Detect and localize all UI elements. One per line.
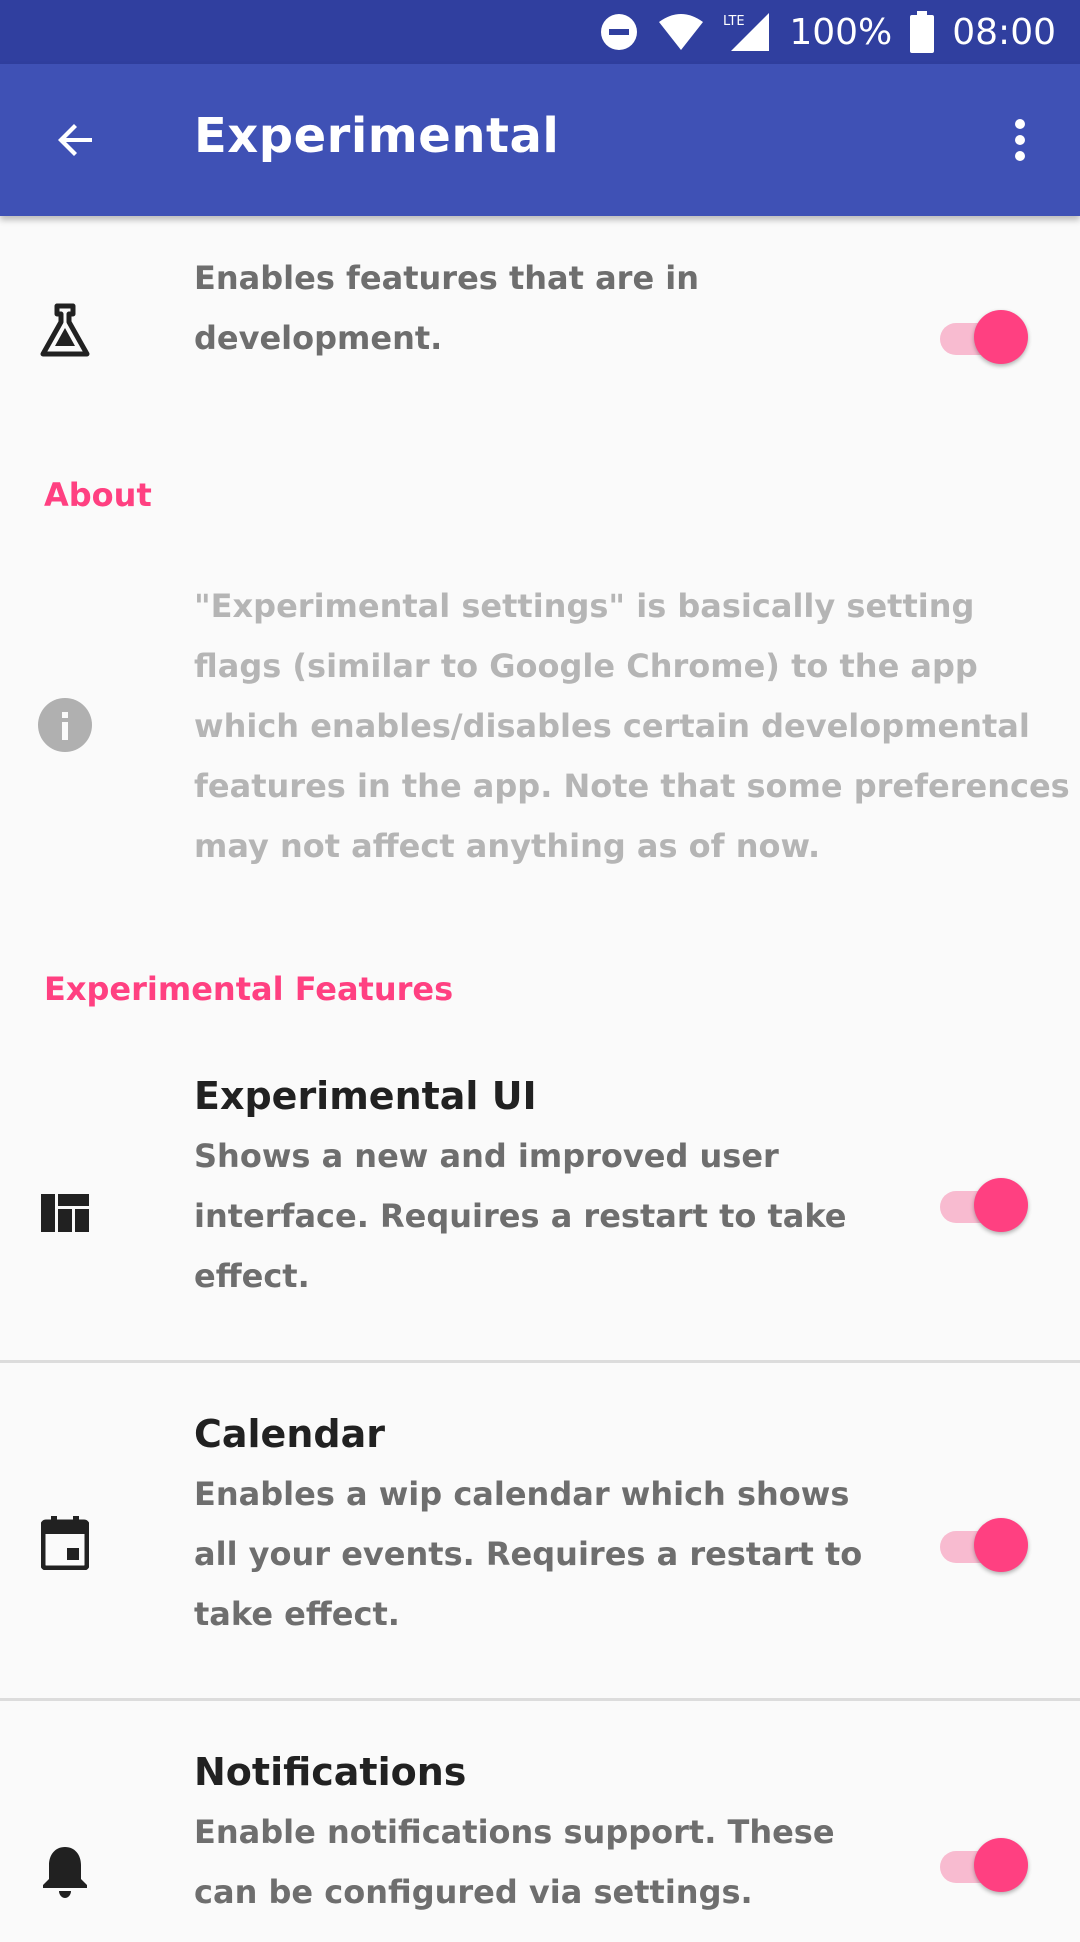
about-description: "Experimental settings" is basically set…: [194, 576, 1070, 876]
about-line: which enables/disables certain developme…: [194, 707, 1030, 745]
about-line: features in the app. Note that some pref…: [194, 767, 1070, 805]
flask-icon: [36, 302, 94, 360]
master-description: Enables features that are in development…: [194, 248, 699, 368]
wifi-icon: [657, 12, 705, 52]
experimental-ui-summary-line: interface. Requires a restart to take: [194, 1197, 847, 1235]
experimental-ui-toggle[interactable]: [940, 1174, 1028, 1238]
notifications-text: Notifications Enable notifications suppo…: [194, 1742, 835, 1922]
dashboard-icon: [36, 1184, 94, 1242]
experimental-master-row[interactable]: Enables features that are in development…: [0, 236, 1080, 386]
about-line: may not affect anything as of now.: [194, 827, 821, 865]
info-icon: [36, 696, 94, 754]
page-title: Experimental: [194, 108, 560, 164]
notifications-title: Notifications: [194, 1750, 467, 1794]
app-bar: Experimental: [0, 64, 1080, 216]
calendar-toggle[interactable]: [940, 1514, 1028, 1578]
about-line: "Experimental settings" is basically set…: [194, 587, 975, 625]
section-header-about: About: [44, 476, 152, 514]
settings-list: Enables features that are in development…: [0, 216, 1080, 1920]
experimental-ui-summary-line: effect.: [194, 1257, 310, 1295]
divider: [0, 1698, 1080, 1701]
status-bar: LTE 100% 08:00: [0, 0, 1080, 64]
battery-icon: [910, 11, 935, 53]
about-row: "Experimental settings" is basically set…: [0, 576, 1080, 886]
master-description-line: Enables features that are in: [194, 259, 700, 297]
notifications-summary-line: Enable notifications support. These: [194, 1813, 835, 1851]
arrow-back-icon: [58, 124, 92, 156]
calendar-title: Calendar: [194, 1412, 385, 1456]
calendar-icon: [36, 1514, 94, 1572]
about-line: flags (similar to Google Chrome) to the …: [194, 647, 978, 685]
calendar-summary-line: all your events. Requires a restart to: [194, 1535, 863, 1573]
toggle-thumb: [974, 1518, 1028, 1572]
calendar-row[interactable]: Calendar Enables a wip calendar which sh…: [0, 1404, 1080, 1694]
clock: 08:00: [952, 11, 1056, 53]
do-not-disturb-icon: [599, 12, 639, 52]
experimental-ui-row[interactable]: Experimental UI Shows a new and improved…: [0, 1066, 1080, 1356]
section-header-experimental-features: Experimental Features: [44, 970, 454, 1008]
more-vert-icon: [1015, 119, 1025, 161]
battery-percentage: 100%: [789, 11, 893, 53]
bell-icon: [36, 1842, 94, 1900]
master-description-line: development.: [194, 319, 443, 357]
experimental-ui-title: Experimental UI: [194, 1074, 537, 1118]
divider: [0, 1360, 1080, 1363]
calendar-summary-line: Enables a wip calendar which shows: [194, 1475, 850, 1513]
toggle-thumb: [974, 1178, 1028, 1232]
experimental-ui-summary-line: Shows a new and improved user: [194, 1137, 779, 1175]
toggle-thumb: [974, 310, 1028, 364]
back-button[interactable]: [36, 104, 116, 176]
experimental-ui-text: Experimental UI Shows a new and improved…: [194, 1066, 847, 1306]
overflow-menu-button[interactable]: [980, 104, 1060, 176]
calendar-summary-line: take effect.: [194, 1595, 400, 1633]
notifications-summary-line: can be configured via settings.: [194, 1873, 753, 1911]
notifications-row[interactable]: Notifications Enable notifications suppo…: [0, 1742, 1080, 1942]
lte-label: LTE: [723, 14, 745, 29]
toggle-thumb: [974, 1838, 1028, 1892]
master-toggle[interactable]: [940, 306, 1028, 370]
calendar-text: Calendar Enables a wip calendar which sh…: [194, 1404, 862, 1644]
notifications-toggle[interactable]: [940, 1834, 1028, 1898]
lte-signal-icon: LTE: [723, 11, 771, 53]
